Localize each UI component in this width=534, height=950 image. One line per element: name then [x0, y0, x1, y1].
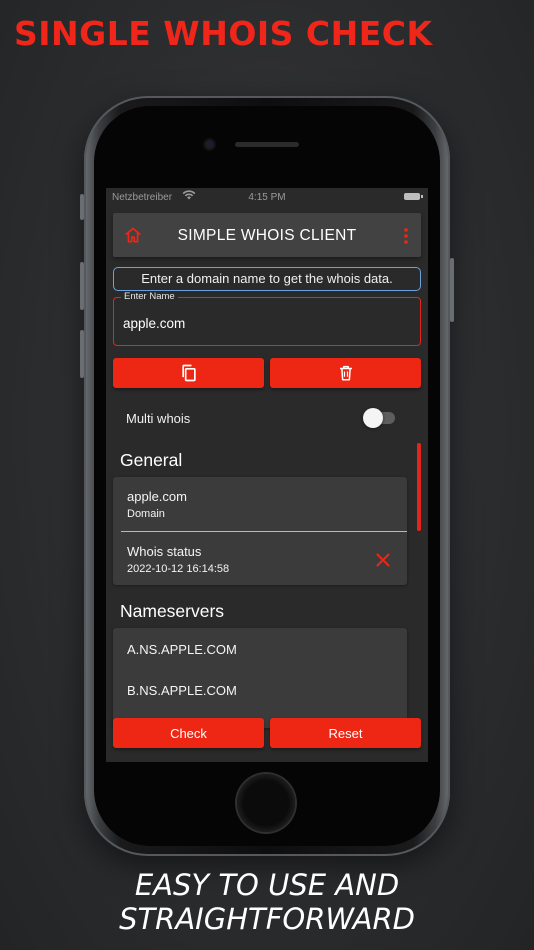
- nameserver-item: B.NS.APPLE.COM: [127, 683, 237, 698]
- tagline-line-2: STRAIGHTFORWARD: [119, 902, 415, 936]
- copy-button[interactable]: [113, 358, 264, 388]
- delete-button[interactable]: [270, 358, 421, 388]
- domain-caption: Domain: [127, 508, 165, 520]
- close-icon[interactable]: [376, 553, 390, 567]
- app-screen: Netzbetreiber 4:15 PM SIMPLE WHOIS CLIEN…: [106, 188, 428, 762]
- earpiece-speaker: [235, 142, 299, 147]
- whois-status-time: 2022-10-12 16:14:58: [127, 563, 230, 575]
- domain-input-field[interactable]: Enter Name: [113, 291, 421, 346]
- copy-icon: [181, 364, 196, 382]
- nameservers-card: A.NS.APPLE.COM B.NS.APPLE.COM: [113, 628, 407, 728]
- power-button: [450, 258, 454, 322]
- volume-down-button: [80, 330, 84, 378]
- more-vert-icon[interactable]: [403, 227, 409, 245]
- clock: 4:15 PM: [248, 192, 286, 203]
- trash-icon: [339, 365, 352, 381]
- domain-input-label: Enter Name: [121, 291, 178, 302]
- whois-status-label: Whois status: [127, 544, 202, 559]
- reset-button[interactable]: Reset: [270, 718, 421, 748]
- info-message: Enter a domain name to get the whois dat…: [113, 267, 421, 291]
- app-bar: SIMPLE WHOIS CLIENT: [113, 213, 421, 257]
- general-heading: General: [120, 450, 183, 470]
- promo-tagline: EASY TO USE AND STRAIGHTFORWARD: [0, 868, 534, 936]
- mute-switch: [80, 194, 84, 220]
- home-button[interactable]: [237, 774, 295, 832]
- nameserver-item: A.NS.APPLE.COM: [127, 642, 237, 657]
- app-title: SIMPLE WHOIS CLIENT: [177, 227, 357, 244]
- promo-headline: SINGLE WHOIS CHECK: [14, 14, 433, 53]
- domain-input[interactable]: [123, 314, 403, 332]
- front-camera: [205, 140, 214, 149]
- card-divider: [121, 531, 407, 532]
- volume-up-button: [80, 262, 84, 310]
- check-button[interactable]: Check: [113, 718, 264, 748]
- multi-whois-toggle-knob[interactable]: [363, 408, 383, 428]
- tagline-line-1: EASY TO USE AND: [134, 868, 400, 902]
- scrollbar-thumb[interactable]: [417, 443, 421, 531]
- status-bar: Netzbetreiber 4:15 PM: [106, 188, 428, 206]
- nameservers-heading: Nameservers: [120, 601, 225, 621]
- general-card: apple.com Domain Whois status 2022-10-12…: [113, 477, 407, 585]
- multi-whois-label: Multi whois: [126, 411, 191, 426]
- battery-icon: [404, 193, 423, 200]
- domain-value: apple.com: [127, 489, 187, 504]
